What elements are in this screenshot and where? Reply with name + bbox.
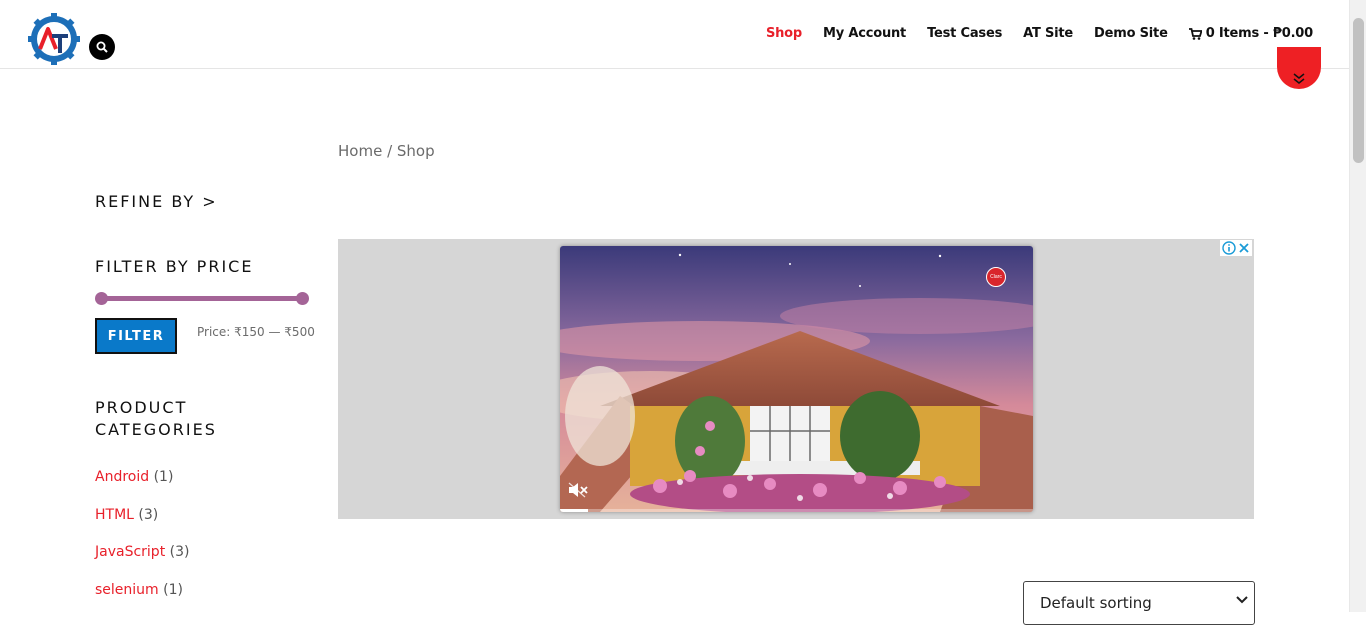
list-item: selenium (1) <box>95 579 189 617</box>
filter-button[interactable]: FILTER <box>95 318 177 354</box>
nav-test-cases[interactable]: Test Cases <box>927 26 1002 41</box>
category-link-android[interactable]: Android <box>95 469 149 485</box>
cart-icon <box>1188 27 1202 40</box>
nav-cart[interactable]: 0 Items - ₱0.00 <box>1188 26 1313 41</box>
video-progress-bar[interactable] <box>560 509 1033 512</box>
price-range-label: Price: ₹150 — ₹500 <box>197 325 315 339</box>
category-count: (3) <box>169 544 190 560</box>
nav-at-site[interactable]: AT Site <box>1023 26 1073 41</box>
ad-container: Clarc <box>338 239 1254 519</box>
gear-logo-icon <box>28 13 80 65</box>
site-logo[interactable] <box>27 12 81 66</box>
volume-muted-icon <box>568 482 588 498</box>
close-icon[interactable] <box>1238 242 1250 254</box>
ad-video[interactable]: Clarc <box>560 246 1033 512</box>
price-slider[interactable] <box>95 292 309 305</box>
breadcrumb: Home / Shop <box>338 142 435 160</box>
product-categories-heading: PRODUCT CATEGORIES <box>95 398 217 439</box>
mute-button[interactable] <box>568 482 588 503</box>
category-link-javascript[interactable]: JavaScript <box>95 544 165 560</box>
list-item: JavaScript (3) <box>95 541 189 579</box>
ad-video-frame <box>560 246 1033 512</box>
category-count: (3) <box>138 506 159 523</box>
breadcrumb-current: Shop <box>396 142 435 160</box>
site-header: Shop My Account Test Cases AT Site Demo … <box>0 0 1349 69</box>
breadcrumb-home[interactable]: Home <box>338 142 382 160</box>
page-scrollbar[interactable] <box>1349 0 1366 612</box>
search-icon <box>96 41 108 53</box>
info-icon[interactable] <box>1222 241 1236 255</box>
double-chevron-down-icon <box>1293 73 1305 84</box>
scrollbar-thumb[interactable] <box>1353 18 1364 163</box>
main-nav: Shop My Account Test Cases AT Site Demo … <box>766 26 1313 41</box>
nav-shop[interactable]: Shop <box>766 26 802 41</box>
category-count: (1) <box>163 581 183 598</box>
nav-my-account[interactable]: My Account <box>823 26 906 41</box>
price-slider-range <box>101 296 303 301</box>
video-progress-fill <box>560 509 589 512</box>
sorting-select[interactable]: Default sorting <box>1023 581 1255 625</box>
category-list: Android (1) HTML (3) JavaScript (3) sele… <box>95 466 189 616</box>
category-count: (1) <box>153 469 174 485</box>
category-link-selenium[interactable]: selenium <box>95 582 159 598</box>
category-link-html[interactable]: HTML <box>95 507 134 523</box>
filter-by-price-heading: FILTER BY PRICE <box>95 257 254 276</box>
ad-brand-badge: Clarc <box>986 267 1006 287</box>
ad-controls <box>1220 240 1252 256</box>
nav-demo-site[interactable]: Demo Site <box>1094 26 1168 41</box>
refine-by-heading[interactable]: REFINE BY > <box>95 191 218 213</box>
list-item: HTML (3) <box>95 504 189 542</box>
sorting-selected-value: Default sorting <box>1040 594 1152 612</box>
chevron-down-icon <box>1236 596 1248 604</box>
price-slider-min-handle[interactable] <box>95 292 108 305</box>
breadcrumb-separator: / <box>382 142 397 160</box>
list-item: Android (1) <box>95 466 189 504</box>
price-slider-max-handle[interactable] <box>296 292 309 305</box>
scroll-down-button[interactable] <box>1277 47 1321 89</box>
cart-summary: 0 Items - ₱0.00 <box>1205 26 1313 41</box>
search-button[interactable] <box>89 34 115 60</box>
